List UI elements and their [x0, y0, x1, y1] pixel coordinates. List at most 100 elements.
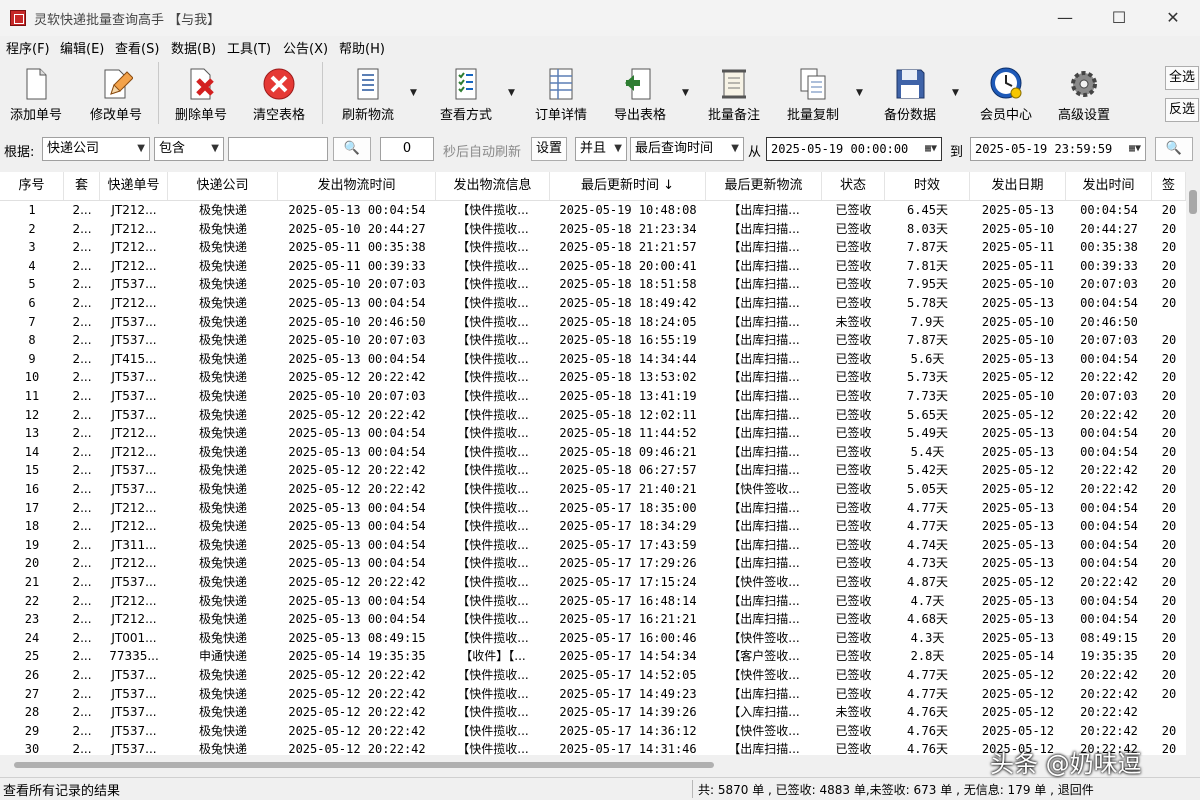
table-row[interactable]: 3 2... JT212... 极兔快递 2025-05-11 00:35:38 【快件揽… [0, 238, 1186, 257]
batch-note-button[interactable]: 批量备注 [700, 58, 768, 130]
delete-number-button[interactable]: 删除单号 [167, 58, 235, 130]
horizontal-scroll-thumb[interactable] [14, 762, 714, 768]
table-row[interactable]: 24 2... JT001... 极兔快递 2025-05-13 08:49:15 【快件… [0, 629, 1186, 648]
add-number-button[interactable]: 添加单号 [2, 58, 70, 130]
table-row[interactable]: 9 2... JT415... 极兔快递 2025-05-13 00:04:54 【快件揽… [0, 350, 1186, 369]
table-row[interactable]: 4 2... JT212... 极兔快递 2025-05-11 00:39:33 【快件揽… [0, 257, 1186, 276]
table-row[interactable]: 28 2... JT537... 极兔快递 2025-05-12 20:22:42 【快件… [0, 703, 1186, 722]
column-header-sign[interactable]: 签 [1152, 172, 1186, 200]
menu-notice[interactable]: 公告(X) [283, 38, 328, 57]
filter-operator-select[interactable]: 包含 ▼ [154, 137, 224, 161]
table-row[interactable]: 11 2... JT537... 极兔快递 2025-05-10 20:07:03 【快件… [0, 387, 1186, 406]
table-row[interactable]: 25 2... 77335... 申通快递 2025-05-14 19:35:35 【收件… [0, 647, 1186, 666]
table-row[interactable]: 10 2... JT537... 极兔快递 2025-05-12 20:22:42 【快件… [0, 368, 1186, 387]
cell-last-update-time: 2025-05-18 13:41:19 [559, 389, 697, 403]
order-detail-button[interactable]: 订单详情 [525, 58, 597, 130]
batch-copy-button[interactable]: 批量复制 [779, 58, 847, 130]
member-center-button[interactable]: 会员中心 [972, 58, 1040, 130]
table-row[interactable]: 21 2... JT537... 极兔快递 2025-05-12 20:22:42 【快件… [0, 573, 1186, 592]
table-row[interactable]: 7 2... JT537... 极兔快递 2025-05-10 20:46:50 【快件揽… [0, 313, 1186, 332]
table-row[interactable]: 16 2... JT537... 极兔快递 2025-05-12 20:22:42 【快件… [0, 480, 1186, 499]
menu-tools[interactable]: 工具(T) [227, 38, 271, 57]
table-row[interactable]: 27 2... JT537... 极兔快递 2025-05-12 20:22:42 【快件… [0, 685, 1186, 704]
column-header-courier[interactable]: 快递公司 [168, 172, 278, 200]
advanced-settings-button[interactable]: 高级设置 [1050, 58, 1118, 130]
column-header-last-update-info[interactable]: 最后更新物流 [706, 172, 822, 200]
table-row[interactable]: 18 2... JT212... 极兔快递 2025-05-13 00:04:54 【快件… [0, 517, 1186, 536]
menu-view[interactable]: 查看(S) [115, 38, 159, 57]
menu-help[interactable]: 帮助(H) [339, 38, 385, 57]
menu-data[interactable]: 数据(B) [171, 38, 216, 57]
end-time-picker[interactable]: 2025-05-19 23:59:59 ▦▼ [970, 137, 1146, 161]
table-row[interactable]: 15 2... JT537... 极兔快递 2025-05-12 20:22:42 【快件… [0, 461, 1186, 480]
column-header-ship-date[interactable]: 发出日期 [970, 172, 1066, 200]
cell-courier: 极兔快递 [198, 277, 247, 292]
minimize-button[interactable]: — [1038, 0, 1092, 36]
cell-last-update-info: 【出库扫描... [728, 203, 800, 217]
filter-value-input[interactable] [228, 137, 328, 161]
column-header-status[interactable]: 状态 [822, 172, 885, 200]
edit-number-button[interactable]: 修改单号 [82, 58, 150, 130]
column-header-tracking-number[interactable]: 快递单号 [100, 172, 168, 200]
maximize-button[interactable]: ☐ [1092, 0, 1146, 36]
cell-status: 未签收 [835, 705, 872, 720]
cell-seq: 30 [24, 742, 40, 755]
data-grid[interactable]: 序号套快递单号 快递公司 发出物流时间 发出物流信息 最后更新时间 ↓ 最后更新物流 状态时… [0, 172, 1186, 755]
column-header-duration[interactable]: 时效 [885, 172, 970, 200]
column-header-ship-time[interactable]: 发出物流时间 [278, 172, 436, 200]
column-header-last-update-time[interactable]: 最后更新时间 ↓ [550, 172, 706, 200]
chevron-down-icon[interactable]: ▼ [856, 88, 863, 98]
menu-edit[interactable]: 编辑(E) [60, 38, 104, 57]
set-button[interactable]: 设置 [531, 137, 567, 161]
table-row[interactable]: 6 2... JT212... 极兔快递 2025-05-13 00:04:54 【快件揽… [0, 294, 1186, 313]
cell-courier: 极兔快递 [198, 407, 247, 422]
time-search-button[interactable]: 🔍 [1155, 137, 1193, 161]
table-row[interactable]: 8 2... JT537... 极兔快递 2025-05-10 20:07:03 【快件揽… [0, 331, 1186, 350]
backup-data-button[interactable]: 备份数据 [876, 58, 944, 130]
column-header-set[interactable]: 套 [64, 172, 100, 200]
status-bar: 查看所有记录的结果 共: 5870 单 , 已签收: 4883 单,未签收: 6… [0, 777, 1200, 800]
close-button[interactable]: ✕ [1146, 0, 1200, 36]
refresh-logistics-button[interactable]: 刷新物流 [332, 58, 404, 130]
export-table-button[interactable]: 导出表格 [604, 58, 676, 130]
filter-field-select[interactable]: 快递公司 ▼ [42, 137, 150, 161]
clear-table-button[interactable]: 清空表格 [245, 58, 313, 130]
time-field-select[interactable]: 最后查询时间 ▼ [630, 137, 744, 161]
search-button[interactable]: 🔍 [333, 137, 371, 161]
column-header-ship-clock[interactable]: 发出时间 [1066, 172, 1152, 200]
table-row[interactable]: 20 2... JT212... 极兔快递 2025-05-13 00:04:54 【快件… [0, 554, 1186, 573]
table-row[interactable]: 5 2... JT537... 极兔快递 2025-05-10 20:07:03 【快件揽… [0, 275, 1186, 294]
invert-selection-button[interactable]: 反选 [1165, 98, 1199, 122]
table-row[interactable]: 1 2... JT212... 极兔快递 2025-05-13 00:04:54 【快件揽… [0, 201, 1186, 220]
chevron-down-icon[interactable]: ▼ [952, 88, 959, 98]
cell-tracking-number: JT537... [111, 333, 157, 348]
cell-ship-clock: 00:04:54 [1080, 612, 1138, 627]
table-row[interactable]: 17 2... JT212... 极兔快递 2025-05-13 00:04:54 【快件… [0, 499, 1186, 518]
table-row[interactable]: 19 2... JT311... 极兔快递 2025-05-13 00:04:54 【快件… [0, 536, 1186, 555]
cell-ship-clock: 00:04:54 [1080, 203, 1138, 217]
column-header-ship-info[interactable]: 发出物流信息 [436, 172, 550, 200]
cell-duration: 5.65天 [907, 407, 948, 422]
table-row[interactable]: 22 2... JT212... 极兔快递 2025-05-13 00:04:54 【快件… [0, 592, 1186, 611]
view-mode-button[interactable]: 查看方式 [430, 58, 502, 130]
vertical-scroll-thumb[interactable] [1189, 190, 1197, 214]
table-row[interactable]: 2 2... JT212... 极兔快递 2025-05-10 20:44:27 【快件揽… [0, 220, 1186, 239]
logic-select[interactable]: 并且 ▼ [575, 137, 627, 161]
table-row[interactable]: 29 2... JT537... 极兔快递 2025-05-12 20:22:42 【快件… [0, 722, 1186, 741]
select-all-button[interactable]: 全选 [1165, 66, 1199, 90]
table-row[interactable]: 23 2... JT212... 极兔快递 2025-05-13 00:04:54 【快件… [0, 610, 1186, 629]
chevron-down-icon[interactable]: ▼ [682, 88, 689, 98]
cell-duration: 5.6天 [910, 351, 945, 366]
menu-program[interactable]: 程序(F) [6, 38, 50, 57]
chevron-down-icon[interactable]: ▼ [508, 88, 515, 98]
table-row[interactable]: 12 2... JT537... 极兔快递 2025-05-12 20:22:42 【快件… [0, 406, 1186, 425]
refresh-interval-input[interactable]: 0 [380, 137, 434, 161]
chevron-down-icon[interactable]: ▼ [410, 88, 417, 98]
start-time-picker[interactable]: 2025-05-19 00:00:00 ▦▼ [766, 137, 942, 161]
table-row[interactable]: 26 2... JT537... 极兔快递 2025-05-12 20:22:42 【快件… [0, 666, 1186, 685]
table-row[interactable]: 13 2... JT212... 极兔快递 2025-05-13 00:04:54 【快件… [0, 424, 1186, 443]
column-header-seq[interactable]: 序号 [0, 172, 64, 200]
table-row[interactable]: 14 2... JT212... 极兔快递 2025-05-13 00:04:54 【快件… [0, 443, 1186, 462]
cell-courier: 极兔快递 [198, 463, 247, 478]
vertical-scrollbar[interactable] [1186, 172, 1200, 755]
